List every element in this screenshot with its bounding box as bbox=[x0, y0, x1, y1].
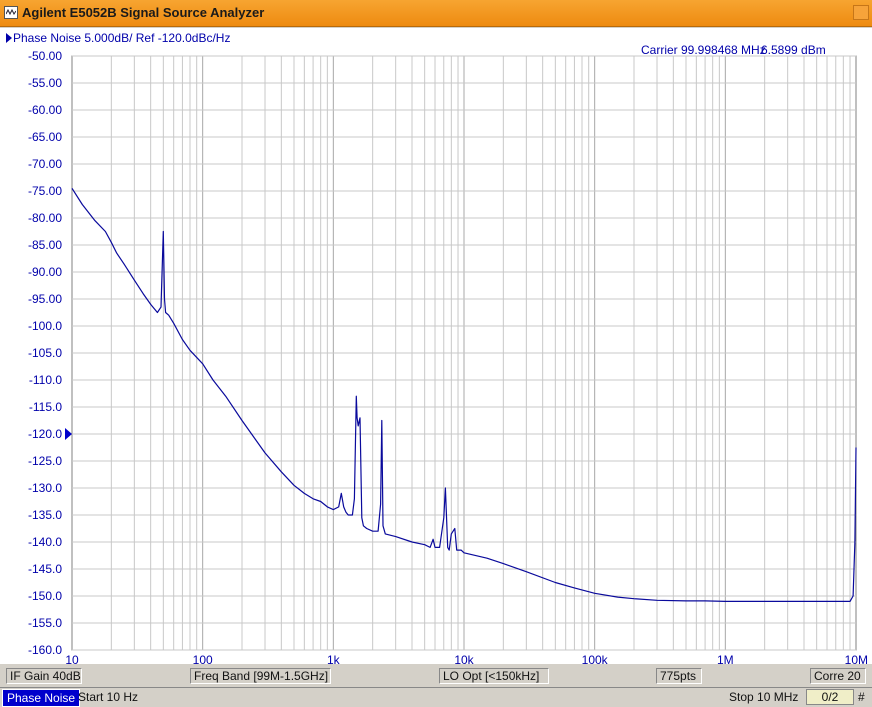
y-tick-label: -105.0 bbox=[28, 346, 62, 360]
y-tick-label: -125.0 bbox=[28, 454, 62, 468]
y-tick-label: -150.0 bbox=[28, 589, 62, 603]
y-tick-label: -85.00 bbox=[28, 238, 62, 252]
y-tick-label: -145.0 bbox=[28, 562, 62, 576]
reference-marker-icon[interactable] bbox=[65, 428, 72, 440]
y-tick-label: -55.00 bbox=[28, 76, 62, 90]
stop-frequency[interactable]: Stop 10 MHz bbox=[729, 690, 798, 704]
y-tick-label: -160.0 bbox=[28, 643, 62, 657]
x-tick-label: 10 bbox=[65, 653, 79, 664]
y-tick-label: -65.00 bbox=[28, 130, 62, 144]
points-field[interactable]: 775pts bbox=[656, 668, 702, 684]
x-tick-label: 1M bbox=[717, 653, 734, 664]
start-frequency[interactable]: Start 10 Hz bbox=[78, 690, 138, 704]
y-tick-label: -60.00 bbox=[28, 103, 62, 117]
y-tick-label: -115.0 bbox=[29, 400, 62, 414]
page-indicator[interactable]: 0/2 bbox=[806, 689, 854, 705]
hash-indicator: # bbox=[858, 690, 865, 704]
x-tick-label: 100 bbox=[193, 653, 213, 664]
phase-noise-chart[interactable]: -50.00 -55.00 -60.00 -65.00 -70.00 -75.00 -80.… bbox=[0, 28, 872, 664]
bottom-bar: Phase Noise Start 10 Hz Stop 10 MHz 0/2 … bbox=[0, 687, 872, 707]
y-tick-label: -70.00 bbox=[28, 157, 62, 171]
y-tick-label: -90.00 bbox=[28, 265, 62, 279]
if-gain-field[interactable]: IF Gain 40dB bbox=[6, 668, 82, 684]
title-bar: Agilent E5052B Signal Source Analyzer bbox=[0, 0, 872, 27]
waveform-icon[interactable] bbox=[4, 6, 18, 19]
measurement-mode[interactable]: Phase Noise bbox=[2, 689, 81, 707]
lo-opt-field[interactable]: LO Opt [<150kHz] bbox=[439, 668, 549, 684]
x-tick-label: 10k bbox=[454, 653, 474, 664]
y-tick-label: -75.00 bbox=[28, 184, 62, 198]
y-tick-label: -135.0 bbox=[28, 508, 62, 522]
y-tick-label: -100.0 bbox=[28, 319, 62, 333]
x-tick-label: 100k bbox=[582, 653, 609, 664]
y-tick-label: -130.0 bbox=[28, 481, 62, 495]
window-title: Agilent E5052B Signal Source Analyzer bbox=[22, 5, 265, 20]
y-tick-label: -140.0 bbox=[28, 535, 62, 549]
x-tick-label: 10M bbox=[845, 653, 868, 664]
correlation-field[interactable]: Corre 20 bbox=[810, 668, 866, 684]
freq-band-field[interactable]: Freq Band [99M-1.5GHz] bbox=[190, 668, 331, 684]
y-tick-label: -95.00 bbox=[28, 292, 62, 306]
close-icon[interactable] bbox=[853, 5, 869, 20]
status-bar: IF Gain 40dB Freq Band [99M-1.5GHz] LO O… bbox=[0, 666, 872, 686]
y-tick-label: -50.00 bbox=[28, 49, 62, 63]
y-tick-label: -155.0 bbox=[28, 616, 62, 630]
y-tick-label: -120.0 bbox=[28, 427, 62, 441]
y-tick-label: -110.0 bbox=[29, 373, 62, 387]
x-tick-label: 1k bbox=[327, 653, 341, 664]
trace-display: Phase Noise 5.000dB/ Ref -120.0dBc/Hz Ca… bbox=[0, 28, 872, 664]
y-tick-label: -80.00 bbox=[28, 211, 62, 225]
